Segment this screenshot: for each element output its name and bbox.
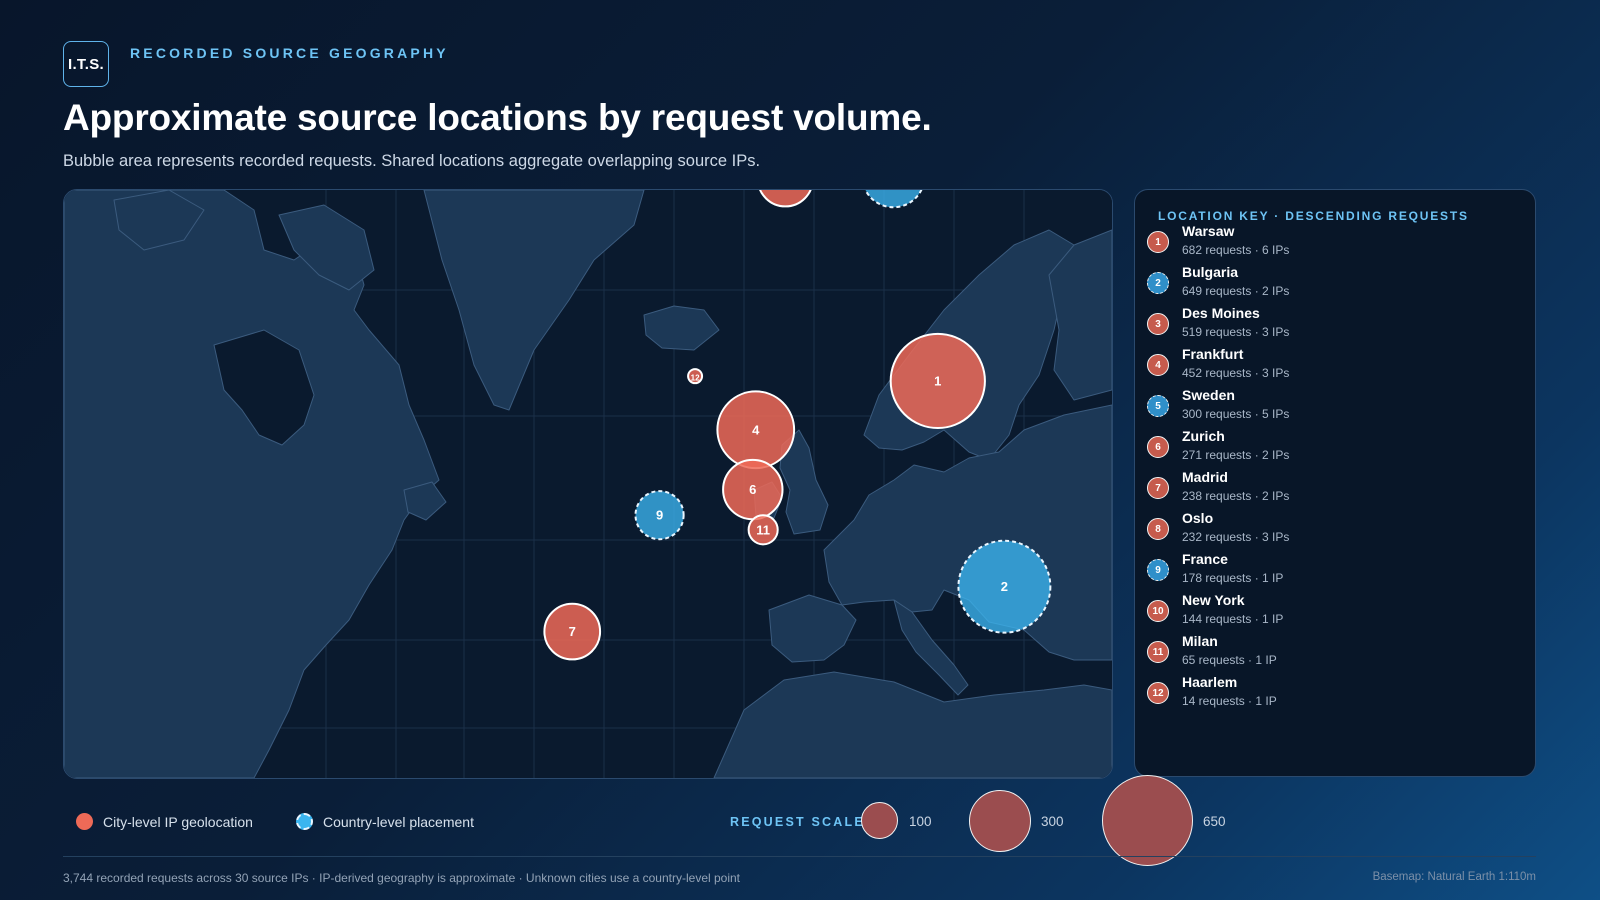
location-rank-badge: 6 (1147, 436, 1169, 458)
legend-city: City-level IP geolocation (76, 813, 253, 830)
location-key-title: LOCATION KEY · DESCENDING REQUESTS (1158, 209, 1469, 223)
bubble-france[interactable]: 9 (634, 490, 685, 541)
location-rank-badge: 5 (1147, 395, 1169, 417)
source-map[interactable]: 123456789101112 (63, 189, 1113, 779)
location-key-item[interactable]: 12 Haarlem 14 requests · 1 IP (1147, 674, 1517, 714)
location-key-item[interactable]: 9 France 178 requests · 1 IP (1147, 551, 1517, 591)
country-level-dot-icon (296, 813, 313, 830)
scale-value-300: 300 (1041, 814, 1064, 829)
page-subtitle: Bubble area represents recorded requests… (63, 152, 761, 170)
location-key-item[interactable]: 11 Milan 65 requests · 1 IP (1147, 633, 1517, 673)
location-stats: 300 requests · 5 IPs (1182, 407, 1290, 421)
location-name: Oslo (1182, 510, 1214, 526)
location-stats: 519 requests · 3 IPs (1182, 325, 1290, 339)
bubble-rank-label: 4 (752, 422, 760, 437)
bubble-rank-label: 12 (691, 374, 700, 383)
location-name: France (1182, 551, 1228, 567)
eyebrow-label: RECORDED SOURCE GEOGRAPHY (130, 45, 449, 61)
location-rank-badge: 8 (1147, 518, 1169, 540)
bubble-rank-label: 1 (934, 373, 941, 388)
location-stats: 65 requests · 1 IP (1182, 653, 1277, 667)
location-rank-badge: 10 (1147, 600, 1169, 622)
bubble-rank-label: 9 (656, 508, 663, 523)
footer-divider (63, 856, 1536, 857)
location-rank-badge: 7 (1147, 477, 1169, 499)
scale-bubble-100 (861, 802, 898, 839)
location-key-panel: LOCATION KEY · DESCENDING REQUESTS 1 Wars… (1134, 189, 1536, 777)
location-name: Des Moines (1182, 305, 1260, 321)
bubble-bulgaria[interactable]: 2 (957, 539, 1052, 634)
request-scale-label: REQUEST SCALE (730, 815, 865, 829)
location-name: Sweden (1182, 387, 1235, 403)
location-key-item[interactable]: 10 New York 144 requests · 1 IP (1147, 592, 1517, 632)
bubble-rank-label: 7 (569, 624, 576, 639)
location-name: Warsaw (1182, 223, 1235, 239)
location-name: Zurich (1182, 428, 1225, 444)
location-key-item[interactable]: 6 Zurich 271 requests · 2 IPs (1147, 428, 1517, 468)
location-rank-badge: 1 (1147, 231, 1169, 253)
location-name: New York (1182, 592, 1245, 608)
footer-summary: 3,744 recorded requests across 30 source… (63, 871, 741, 885)
bubble-madrid[interactable]: 7 (543, 602, 602, 661)
location-stats: 682 requests · 6 IPs (1182, 243, 1290, 257)
bubble-rank-label: 6 (749, 482, 756, 497)
location-rank-badge: 12 (1147, 682, 1169, 704)
bubble-zurich[interactable]: 6 (722, 458, 784, 521)
location-stats: 232 requests · 3 IPs (1182, 530, 1290, 544)
location-rank-badge: 2 (1147, 272, 1169, 294)
legend-city-label: City-level IP geolocation (103, 813, 253, 830)
location-key-item[interactable]: 7 Madrid 238 requests · 2 IPs (1147, 469, 1517, 509)
location-key-item[interactable]: 3 Des Moines 519 requests · 3 IPs (1147, 305, 1517, 345)
bubble-haarlem[interactable]: 12 (687, 368, 704, 385)
scale-value-100: 100 (909, 814, 932, 829)
bubble-frankfurt[interactable]: 4 (716, 390, 796, 470)
location-stats: 649 requests · 2 IPs (1182, 284, 1290, 298)
location-key-item[interactable]: 5 Sweden 300 requests · 5 IPs (1147, 387, 1517, 427)
its-logo: I.T.S. (63, 41, 109, 87)
location-stats: 144 requests · 1 IP (1182, 612, 1284, 626)
location-rank-badge: 9 (1147, 559, 1169, 581)
page-title: Approximate source locations by request … (63, 97, 932, 138)
location-rank-badge: 4 (1147, 354, 1169, 376)
legend-country-label: Country-level placement (323, 813, 474, 830)
location-rank-badge: 3 (1147, 313, 1169, 335)
bubble-rank-label: 2 (1001, 579, 1008, 594)
scale-bubble-300 (969, 790, 1031, 852)
location-stats: 178 requests · 1 IP (1182, 571, 1284, 585)
scale-value-650: 650 (1203, 814, 1226, 829)
location-name: Haarlem (1182, 674, 1238, 690)
location-key-item[interactable]: 4 Frankfurt 452 requests · 3 IPs (1147, 346, 1517, 386)
location-stats: 271 requests · 2 IPs (1182, 448, 1290, 462)
bubble-warsaw[interactable]: 1 (889, 332, 986, 430)
location-name: Madrid (1182, 469, 1228, 485)
bubble-milan[interactable]: 11 (747, 514, 779, 546)
location-name: Frankfurt (1182, 346, 1244, 362)
location-stats: 14 requests · 1 IP (1182, 694, 1277, 708)
legend-country: Country-level placement (296, 813, 474, 830)
location-name: Milan (1182, 633, 1218, 649)
location-rank-badge: 11 (1147, 641, 1169, 663)
location-stats: 452 requests · 3 IPs (1182, 366, 1290, 380)
location-stats: 238 requests · 2 IPs (1182, 489, 1290, 503)
location-key-item[interactable]: 2 Bulgaria 649 requests · 2 IPs (1147, 264, 1517, 304)
basemap-credit: Basemap: Natural Earth 1:110m (1372, 871, 1536, 883)
location-name: Bulgaria (1182, 264, 1239, 280)
scale-bubble-650 (1102, 775, 1193, 866)
bubble-rank-label: 11 (756, 522, 770, 537)
location-key-item[interactable]: 8 Oslo 232 requests · 3 IPs (1147, 510, 1517, 550)
location-key-item[interactable]: 1 Warsaw 682 requests · 6 IPs (1147, 223, 1517, 263)
city-level-dot-icon (76, 813, 93, 830)
map-canvas[interactable]: 123456789101112 (64, 190, 1112, 778)
